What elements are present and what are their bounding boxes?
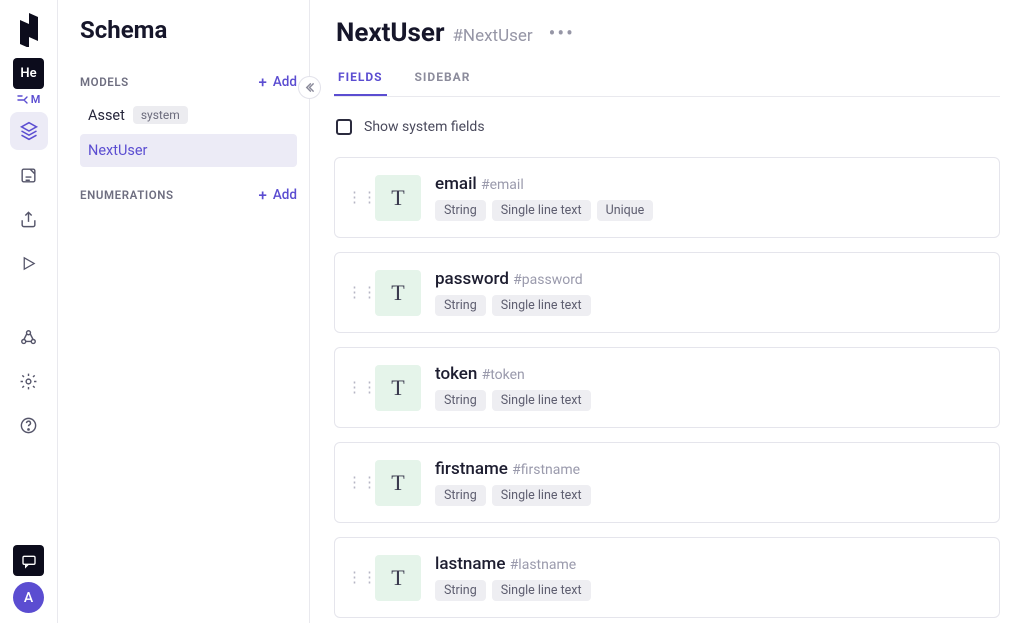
tabs: FIELDS SIDEBAR: [334, 70, 1000, 97]
model-api-id: #NextUser: [452, 26, 532, 46]
models-label: MODELS: [80, 75, 129, 89]
add-model-button[interactable]: + Add: [259, 74, 298, 90]
drag-handle-icon[interactable]: ⋮⋮: [347, 570, 361, 585]
field-card-password[interactable]: ⋮⋮ Tpassword #password String Single line t…: [334, 252, 1000, 333]
field-meta: email #email String Single line text Unique: [435, 174, 653, 221]
tab-sidebar[interactable]: SIDEBAR: [411, 70, 475, 96]
nav-schema[interactable]: [10, 112, 48, 150]
field-card-email[interactable]: ⋮⋮ Temail #email String Single line text Uni…: [334, 157, 1000, 238]
field-card-firstname[interactable]: ⋮⋮ Tfirstname #firstname String Single line…: [334, 442, 1000, 523]
field-name: lastname: [435, 554, 510, 574]
show-system-fields-toggle[interactable]: Show system fields: [336, 119, 1000, 135]
field-type-icon: T: [375, 270, 421, 316]
project-badge[interactable]: He: [13, 58, 44, 89]
app-logo[interactable]: [12, 8, 46, 52]
field-pill: Unique: [597, 200, 654, 221]
field-pill: Single line text: [492, 295, 591, 316]
model-title: NextUser: [336, 18, 444, 48]
field-pill: String: [435, 390, 486, 411]
field-name: firstname: [435, 459, 512, 479]
field-pill: String: [435, 200, 486, 221]
nav-feedback[interactable]: [13, 545, 44, 576]
field-pill: String: [435, 295, 486, 316]
field-name: password: [435, 269, 513, 289]
model-more-menu[interactable]: •••: [549, 21, 575, 45]
field-type-icon: T: [375, 365, 421, 411]
icon-rail: He M: [0, 0, 58, 623]
nav-webhooks[interactable]: [10, 318, 48, 356]
drag-handle-icon[interactable]: ⋮⋮: [347, 190, 361, 205]
field-api-id: #token: [482, 367, 525, 383]
field-meta: token #token String Single line text: [435, 364, 591, 411]
field-pill-row: String Single line text Unique: [435, 200, 653, 221]
nav-settings[interactable]: [10, 362, 48, 400]
field-api-id: #lastname: [510, 557, 577, 573]
drag-handle-icon[interactable]: ⋮⋮: [347, 380, 361, 395]
plus-icon: +: [259, 75, 267, 90]
enums-label: ENUMERATIONS: [80, 188, 174, 202]
nav-help[interactable]: [10, 406, 48, 444]
nav-playground[interactable]: [10, 244, 48, 282]
drag-handle-icon[interactable]: ⋮⋮: [347, 475, 361, 490]
field-pill-row: String Single line text: [435, 580, 591, 601]
model-item-label: NextUser: [88, 142, 147, 159]
drag-handle-icon[interactable]: ⋮⋮: [347, 285, 361, 300]
project-subcode: M: [17, 93, 41, 106]
collapse-sidebar-button[interactable]: [298, 76, 321, 99]
field-name: token: [435, 364, 482, 384]
model-item-asset[interactable]: Asset system: [80, 98, 297, 132]
field-api-id: #password: [513, 272, 583, 288]
tab-fields[interactable]: FIELDS: [334, 70, 387, 96]
field-pill-row: String Single line text: [435, 390, 591, 411]
sidebar-title: Schema: [80, 16, 297, 44]
system-tag: system: [133, 106, 188, 124]
field-pill: Single line text: [492, 390, 591, 411]
field-api-id: #email: [481, 177, 524, 193]
field-name: email: [435, 174, 481, 194]
schema-sidebar: Schema MODELS + Add AssetsystemNextUser …: [58, 0, 310, 623]
model-item-label: Asset: [88, 107, 125, 124]
nav-assets[interactable]: [10, 200, 48, 238]
field-pill: String: [435, 580, 486, 601]
model-item-nextuser[interactable]: NextUser: [80, 134, 297, 167]
nav-content[interactable]: [10, 156, 48, 194]
model-header: NextUser #NextUser •••: [336, 18, 1000, 48]
field-pill: Single line text: [492, 580, 591, 601]
user-avatar[interactable]: A: [13, 582, 44, 613]
field-card-token[interactable]: ⋮⋮ Ttoken #token String Single line text: [334, 347, 1000, 428]
main-pane: NextUser #NextUser ••• FIELDS SIDEBAR Sho…: [310, 0, 1024, 623]
enums-section-header: ENUMERATIONS + Add: [80, 187, 297, 203]
field-meta: lastname #lastname String Single line text: [435, 554, 591, 601]
field-type-icon: T: [375, 175, 421, 221]
field-api-id: #firstname: [512, 462, 580, 478]
field-card-lastname[interactable]: ⋮⋮ Tlastname #lastname String Single line t…: [334, 537, 1000, 618]
field-type-icon: T: [375, 555, 421, 601]
field-meta: firstname #firstname String Single line te…: [435, 459, 591, 506]
field-pill: Single line text: [492, 485, 591, 506]
field-pill: Single line text: [492, 200, 591, 221]
add-enum-button[interactable]: + Add: [259, 187, 298, 203]
field-pill: String: [435, 485, 486, 506]
field-meta: password #password String Single line text: [435, 269, 591, 316]
plus-icon: +: [259, 188, 267, 203]
checkbox-icon: [336, 119, 352, 135]
field-pill-row: String Single line text: [435, 295, 591, 316]
field-type-icon: T: [375, 460, 421, 506]
field-pill-row: String Single line text: [435, 485, 591, 506]
models-section-header: MODELS + Add: [80, 74, 297, 90]
